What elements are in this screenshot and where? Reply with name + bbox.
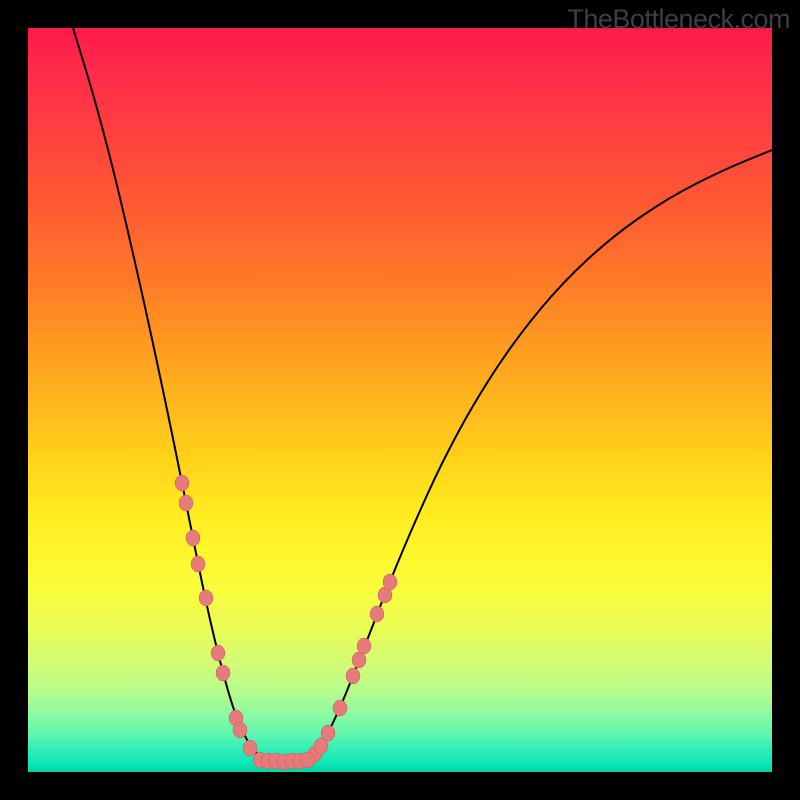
data-marker xyxy=(233,722,247,738)
data-marker xyxy=(186,530,200,546)
markers-left-group xyxy=(175,475,257,756)
data-marker xyxy=(211,645,225,661)
watermark-text: TheBottleneck.com xyxy=(567,4,790,35)
markers-bottom-group xyxy=(253,752,315,770)
data-marker xyxy=(370,606,384,622)
plot-area xyxy=(28,28,772,772)
markers-right-group xyxy=(308,574,397,762)
curve-svg xyxy=(28,28,772,772)
chart-frame: TheBottleneck.com xyxy=(0,0,800,800)
data-marker xyxy=(216,665,230,681)
data-marker xyxy=(357,638,371,654)
data-marker xyxy=(346,668,360,684)
data-marker xyxy=(199,590,213,606)
data-marker xyxy=(301,752,315,768)
data-marker xyxy=(243,740,257,756)
data-marker xyxy=(383,574,397,590)
data-marker xyxy=(352,652,366,668)
data-marker xyxy=(191,556,205,572)
data-marker xyxy=(175,475,189,491)
data-marker xyxy=(321,725,335,741)
curve-right xyxy=(308,150,772,760)
data-marker xyxy=(179,495,193,511)
curve-left xyxy=(73,28,263,760)
data-marker xyxy=(333,700,347,716)
